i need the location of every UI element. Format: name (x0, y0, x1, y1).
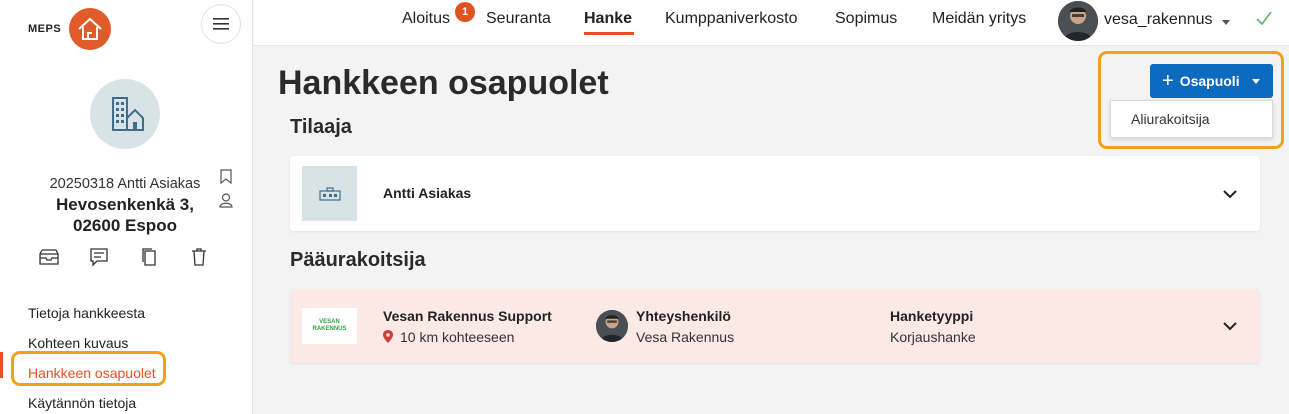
project-address: Hevosenkenkä 3, 02600 Espoo (20, 194, 230, 236)
dropdown-item-subcontractor[interactable]: Aliurakoitsija (1131, 111, 1210, 127)
chevron-down-icon[interactable] (1222, 318, 1238, 334)
address-line-1: Hevosenkenkä 3, (56, 195, 194, 214)
plus-icon: + (1162, 70, 1174, 92)
copy-icon[interactable] (138, 246, 160, 268)
comment-icon[interactable] (88, 246, 110, 268)
project-id: 20250318 Antti Asiakas (49, 176, 201, 192)
tab-hanke[interactable]: Hanke (584, 10, 632, 28)
client-card[interactable]: Antti Asiakas (290, 156, 1260, 231)
tab-kumppaniverkosto[interactable]: Kumppaniverkosto (665, 10, 798, 28)
sidebar-item-practical-info[interactable]: Käytännön tietoja (0, 388, 253, 414)
add-party-label: Osapuoli (1179, 73, 1240, 89)
archive-icon[interactable] (38, 246, 60, 268)
sidebar-item-project-parties[interactable]: Hankkeen osapuolet (0, 358, 253, 388)
office-icon (318, 186, 341, 201)
brand[interactable]: MEPS (28, 8, 112, 50)
building-icon (112, 97, 144, 131)
menu-toggle-button[interactable] (201, 4, 241, 44)
chevron-down-icon[interactable] (1222, 186, 1238, 202)
contractor-logo-text-1: VESAN (319, 319, 340, 325)
tab-aloitus[interactable]: Aloitus (402, 10, 450, 28)
contractor-logo-text-2: RAKENNUS (312, 326, 347, 332)
tab-meidan-yritys[interactable]: Meidän yritys (932, 10, 1026, 28)
user-menu-caret-icon[interactable] (1222, 20, 1230, 25)
tab-seuranta[interactable]: Seuranta (486, 10, 551, 28)
location-pin-icon (383, 330, 393, 343)
contractor-logo: VESAN RAKENNUS (302, 308, 357, 344)
active-tab-underline (584, 32, 634, 35)
main-contractor-card[interactable]: VESAN RAKENNUS Vesan Rakennus Support 10… (290, 289, 1260, 363)
address-line-2: 02600 Espoo (73, 216, 177, 235)
client-name: Antti Asiakas (383, 185, 472, 201)
tab-sopimus[interactable]: Sopimus (835, 10, 897, 28)
contact-label: Yhteyshenkilö (636, 308, 731, 324)
project-type-label: Hanketyyppi (890, 308, 974, 324)
section-title-main-contractor: Pääurakoitsija (290, 249, 426, 271)
add-party-dropdown: Aliurakoitsija (1110, 100, 1273, 138)
hamburger-icon (213, 18, 229, 30)
contractor-distance: 10 km kohteeseen (400, 329, 515, 345)
sidebar: MEPS 20250318 Antti Asiakas Hevosenkenkä… (0, 0, 253, 414)
add-party-button[interactable]: + Osapuoli (1150, 64, 1273, 98)
user-icon[interactable] (218, 192, 234, 208)
user-avatar[interactable] (1058, 1, 1098, 41)
notification-badge: 1 (455, 2, 475, 22)
contractor-name: Vesan Rakennus Support (383, 308, 552, 324)
user-name[interactable]: vesa_rakennus (1104, 11, 1213, 29)
bookmark-icon[interactable] (218, 168, 234, 184)
page-title: Hankkeen osapuolet (278, 64, 609, 102)
sidebar-item-project-info[interactable]: Tietoja hankkeesta (0, 298, 253, 328)
check-icon (1256, 11, 1272, 26)
contact-avatar (596, 310, 628, 342)
contact-name: Vesa Rakennus (636, 329, 735, 345)
section-title-client: Tilaaja (290, 116, 352, 138)
project-actions (38, 246, 210, 268)
project-type-value: Korjaushanke (890, 329, 976, 345)
project-building-avatar (90, 79, 160, 149)
dropdown-caret-icon (1251, 78, 1260, 84)
top-navigation: Aloitus 1 Seuranta Hanke Kumppaniverkost… (254, 0, 1289, 46)
trash-icon[interactable] (188, 246, 210, 268)
brand-name: MEPS (28, 23, 62, 35)
sidebar-nav: Tietoja hankkeesta Kohteen kuvaus Hankke… (0, 298, 253, 414)
sidebar-item-site-description[interactable]: Kohteen kuvaus (0, 328, 253, 358)
house-logo-icon (69, 8, 112, 50)
client-thumbnail (302, 166, 357, 221)
